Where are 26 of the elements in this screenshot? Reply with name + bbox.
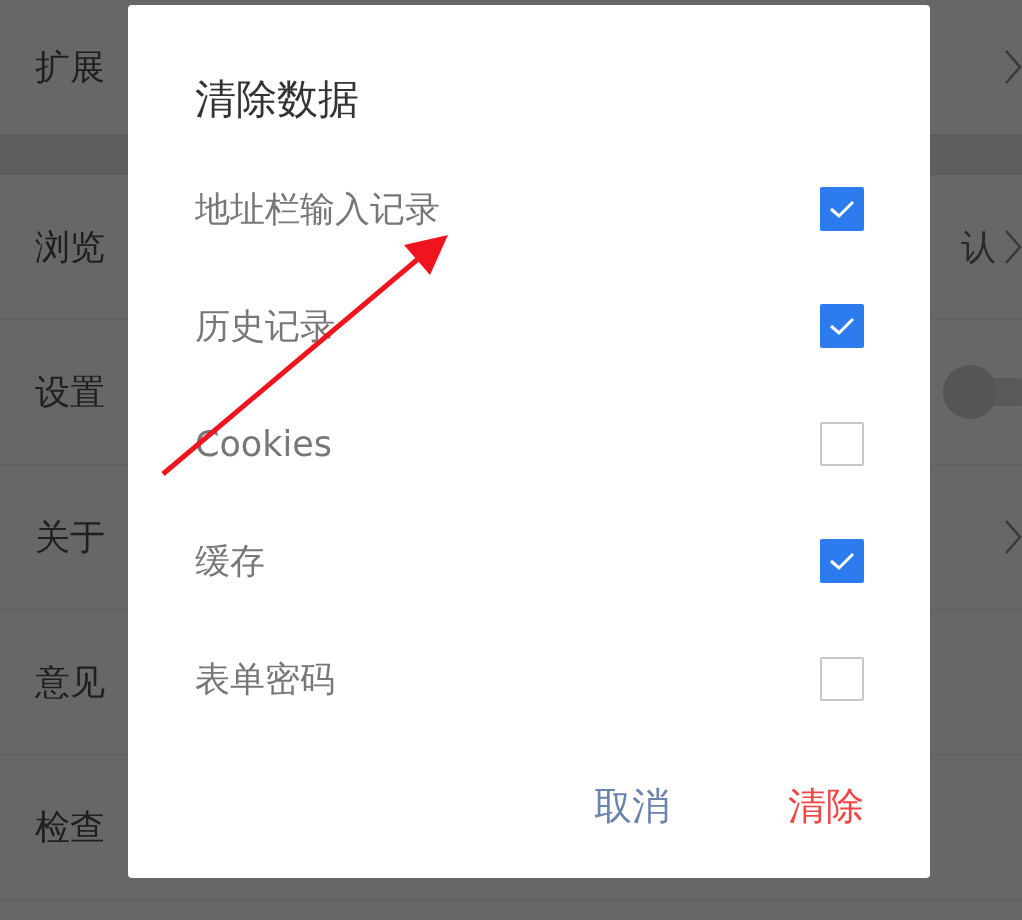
- checkbox[interactable]: [820, 186, 864, 231]
- settings-value: 认: [961, 225, 996, 269]
- option-label: 历史记录: [195, 305, 335, 349]
- settings-label: 设置: [35, 370, 105, 414]
- checkbox[interactable]: [820, 304, 864, 349]
- chevron-icon: [1004, 49, 1022, 85]
- check-icon: [829, 198, 855, 219]
- checkbox[interactable]: [820, 656, 864, 701]
- settings-label: 检查: [35, 805, 105, 849]
- checkbox[interactable]: [820, 539, 864, 584]
- chevron-icon: [1004, 229, 1022, 265]
- check-icon: [829, 316, 855, 337]
- option-label: 地址栏输入记录: [195, 187, 440, 231]
- check-icon: [829, 551, 855, 572]
- option-label: 缓存: [195, 540, 265, 584]
- confirm-button[interactable]: 清除: [788, 777, 864, 835]
- cancel-button[interactable]: 取消: [594, 777, 670, 835]
- settings-label: 关于: [35, 515, 105, 559]
- option-label: Cookies: [195, 422, 333, 466]
- option-label: 表单密码: [195, 657, 335, 701]
- chevron-icon: [1004, 519, 1022, 555]
- settings-label: 意见: [35, 660, 105, 704]
- settings-label: 浏览: [35, 225, 105, 269]
- settings-label: 扩展: [35, 45, 105, 89]
- dialog-title: 清除数据: [195, 75, 360, 125]
- checkbox[interactable]: [820, 421, 864, 466]
